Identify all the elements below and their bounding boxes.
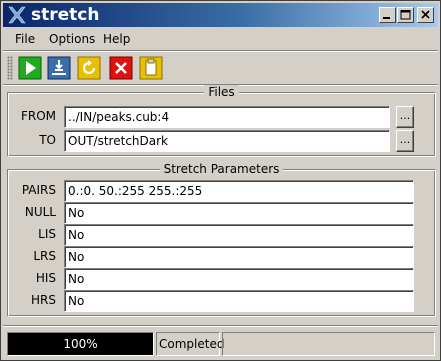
status-text: Completed xyxy=(156,332,224,356)
lrs-label: LRS xyxy=(33,249,56,263)
pairs-label: PAIRS xyxy=(21,183,56,197)
exit-icon xyxy=(109,56,133,80)
window-title: stretch xyxy=(31,5,100,25)
status-separator xyxy=(3,325,438,327)
x-logo-icon xyxy=(8,6,26,24)
stretch-group-title: Stretch Parameters xyxy=(159,162,284,176)
his-field[interactable]: No xyxy=(64,268,414,290)
menu-bar: File Options Help xyxy=(3,28,438,50)
menu-options[interactable]: Options xyxy=(47,31,97,47)
clipboard-button[interactable] xyxy=(139,56,163,80)
lis-label: LIS xyxy=(38,227,56,241)
close-button[interactable] xyxy=(417,7,434,23)
toolbar xyxy=(3,52,438,84)
run-reset-button[interactable] xyxy=(47,56,71,80)
run-reset-icon xyxy=(47,56,71,80)
null-label: NULL xyxy=(24,205,56,219)
exit-button[interactable] xyxy=(109,56,133,80)
status-message-area xyxy=(222,332,435,356)
minimize-icon xyxy=(383,17,390,19)
maximize-button[interactable] xyxy=(397,7,414,23)
lis-field[interactable]: No xyxy=(64,224,414,246)
progress-bar: 100% xyxy=(7,332,154,356)
maximize-icon xyxy=(400,10,411,20)
his-label: HIS xyxy=(35,271,56,285)
to-browse-button[interactable]: ... xyxy=(396,130,414,152)
status-bar: 100% Completed xyxy=(3,329,438,359)
stretch-parameters-group: Stretch Parameters PAIRS 0.:0. 50.:255 2… xyxy=(7,162,436,317)
clipboard-icon xyxy=(139,56,163,80)
from-label: FROM xyxy=(20,109,56,123)
from-field[interactable]: ../IN/peaks.cub:4 xyxy=(64,106,390,128)
pairs-field[interactable]: 0.:0. 50.:255 255.:255 xyxy=(64,180,414,202)
to-field[interactable]: OUT/stretchDark xyxy=(64,130,390,152)
title-bar[interactable]: stretch xyxy=(3,3,438,27)
from-browse-button[interactable]: ... xyxy=(396,106,414,128)
hrs-field[interactable]: No xyxy=(64,290,414,312)
lrs-field[interactable]: No xyxy=(64,246,414,268)
files-group-title: Files xyxy=(204,85,239,99)
menu-file[interactable]: File xyxy=(13,31,37,47)
run-button[interactable] xyxy=(18,56,42,80)
run-icon xyxy=(18,56,42,80)
files-group: Files FROM ../IN/peaks.cub:4 ... TO OUT/… xyxy=(7,85,436,157)
stretch-window: stretch File Options Help Files FROM ../… xyxy=(0,0,441,361)
null-field[interactable]: No xyxy=(64,202,414,224)
reset-icon xyxy=(77,56,101,80)
progress-text: 100% xyxy=(63,337,98,351)
hrs-label: HRS xyxy=(31,293,56,307)
reset-button[interactable] xyxy=(77,56,101,80)
menu-help[interactable]: Help xyxy=(101,31,132,47)
to-label: TO xyxy=(39,133,56,147)
close-icon xyxy=(421,10,430,19)
minimize-button[interactable] xyxy=(379,7,396,23)
toolbar-grip[interactable] xyxy=(7,56,13,80)
